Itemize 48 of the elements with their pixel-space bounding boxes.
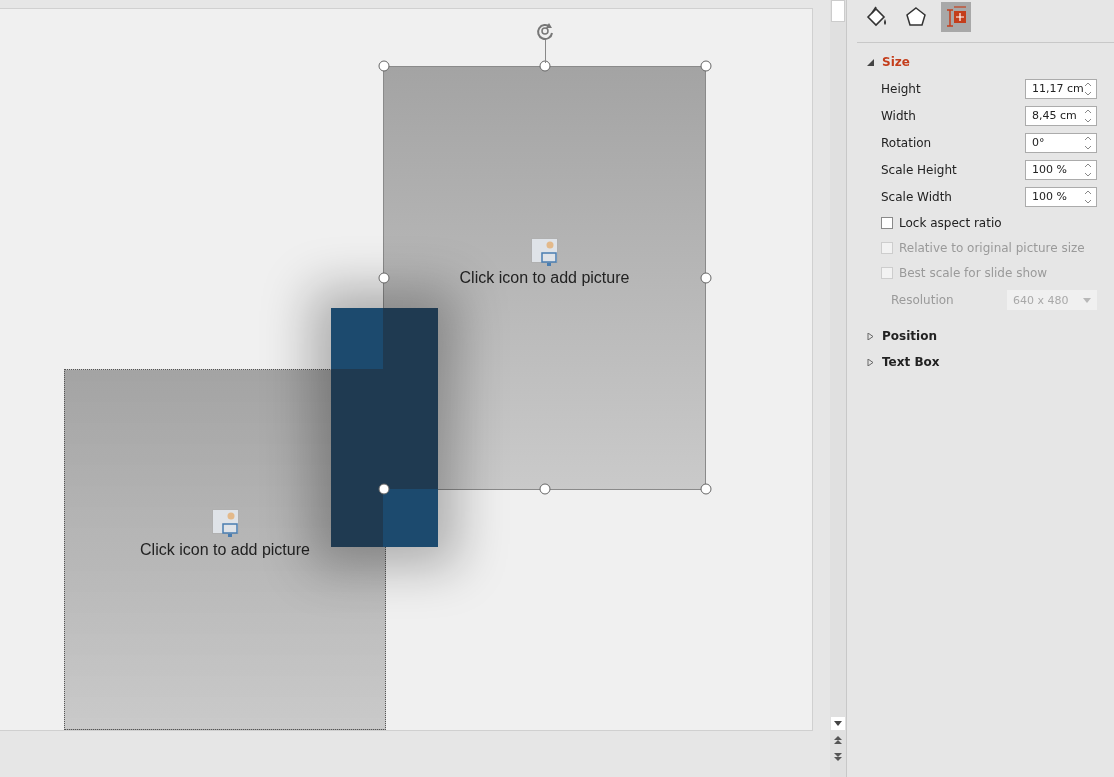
spin-arrows-icon[interactable] bbox=[1084, 107, 1092, 124]
collapse-icon[interactable] bbox=[867, 58, 874, 66]
picture-placeholder[interactable]: Click icon to add picture bbox=[64, 369, 386, 730]
field-label: Resolution bbox=[891, 293, 954, 307]
rotate-handle[interactable] bbox=[535, 21, 555, 41]
resize-handle[interactable] bbox=[700, 272, 712, 283]
caret-icon bbox=[834, 721, 842, 726]
picture-placeholder-icon[interactable] bbox=[211, 509, 240, 539]
spinner-field[interactable]: 11,17 cm bbox=[1025, 78, 1097, 99]
checkbox-label: Lock aspect ratio bbox=[899, 215, 1002, 230]
field-label: Height bbox=[881, 81, 921, 96]
spin-arrows-icon[interactable] bbox=[1084, 134, 1092, 151]
field-label: Scale Width bbox=[881, 189, 952, 204]
picture-placeholder-icon[interactable] bbox=[531, 237, 559, 268]
placeholder-text: Click icon to add picture bbox=[140, 540, 310, 559]
checkbox-label: Relative to original picture size bbox=[899, 240, 1085, 255]
spinner-field[interactable]: 100 % bbox=[1025, 159, 1097, 180]
expand-icon[interactable] bbox=[867, 332, 874, 340]
size-icon bbox=[946, 6, 967, 27]
field-label: Scale Height bbox=[881, 162, 957, 177]
spin-arrows-icon[interactable] bbox=[1084, 161, 1092, 178]
checkbox-label: Best scale for slide show bbox=[899, 265, 1048, 280]
checkbox[interactable] bbox=[881, 216, 893, 229]
spin-arrows-icon[interactable] bbox=[1084, 188, 1092, 205]
spinner-field[interactable]: 8,45 cm bbox=[1025, 105, 1097, 126]
field-label: Width bbox=[881, 108, 916, 123]
placeholder-text: Click icon to add picture bbox=[459, 269, 630, 287]
expand-icon[interactable] bbox=[867, 358, 874, 366]
section-header[interactable]: Text Box bbox=[882, 355, 940, 369]
section-header[interactable]: Position bbox=[882, 329, 937, 343]
resize-handle[interactable] bbox=[700, 483, 712, 495]
spin-arrows-icon[interactable] bbox=[1084, 80, 1092, 97]
resize-handle[interactable] bbox=[378, 272, 390, 283]
section-header[interactable]: Size bbox=[882, 55, 910, 69]
picture-placeholder[interactable]: Click icon to add picture bbox=[383, 66, 706, 490]
scroll-down-button[interactable] bbox=[831, 717, 845, 730]
spinner-field[interactable]: 100 % bbox=[1025, 186, 1097, 207]
paint-bucket-icon bbox=[866, 6, 886, 27]
resize-handle[interactable] bbox=[539, 483, 551, 495]
field-label: Rotation bbox=[881, 135, 932, 150]
resize-handle[interactable] bbox=[539, 60, 551, 72]
pentagon-icon bbox=[906, 7, 926, 26]
spinner-field[interactable]: 0° bbox=[1025, 132, 1097, 153]
resize-handle[interactable] bbox=[378, 483, 390, 495]
scrollbar-thumb[interactable] bbox=[831, 0, 845, 22]
resize-handle[interactable] bbox=[378, 60, 390, 72]
caret-icon bbox=[1083, 297, 1091, 303]
resize-handle[interactable] bbox=[700, 60, 712, 72]
